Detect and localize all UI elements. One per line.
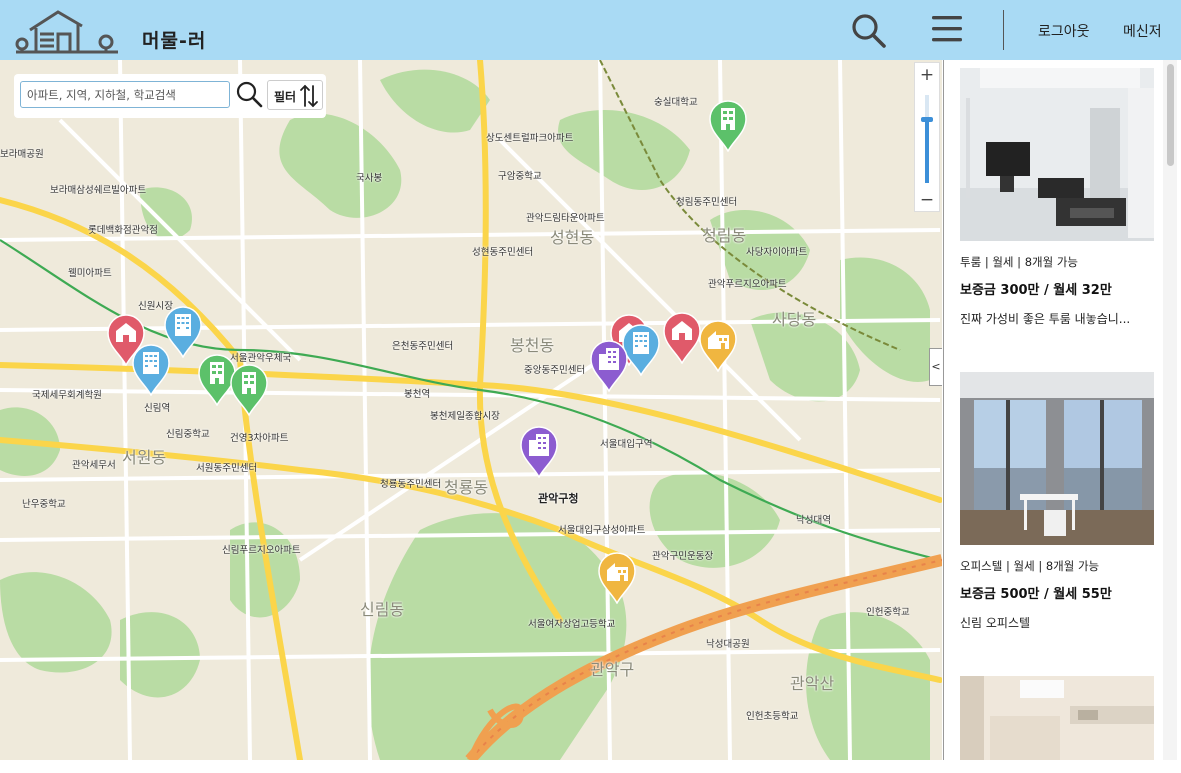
listing-photo xyxy=(960,68,1154,241)
map-label: 인헌중학교 xyxy=(866,607,910,618)
panel-collapse-button[interactable]: < xyxy=(929,348,942,386)
apartment-icon xyxy=(709,100,747,153)
zoom-control: + − xyxy=(914,62,940,212)
top-header: 머물-러 로그아웃 메신저 xyxy=(0,0,1181,60)
office-icon xyxy=(520,426,558,479)
zoom-out-button[interactable]: − xyxy=(915,188,939,212)
map-label: 신림동 xyxy=(360,600,405,619)
sort-arrows-icon xyxy=(300,84,318,108)
map-label: 봉천역 xyxy=(404,389,431,400)
listing-card[interactable] xyxy=(960,676,1155,773)
apartment-icon xyxy=(230,364,268,417)
map-label: 서울대입구역 xyxy=(600,439,653,450)
map-search-bar: 필터 xyxy=(14,74,326,118)
scrollbar-thumb[interactable] xyxy=(1167,64,1174,166)
map-label: 보라매공원 xyxy=(0,149,44,160)
house-icon xyxy=(663,312,701,365)
filter-label: 필터 xyxy=(274,90,297,104)
map-pin-office[interactable] xyxy=(519,426,559,479)
map-label: 청룡동주민센터 xyxy=(380,479,442,490)
map-label: 난우중학교 xyxy=(22,499,66,510)
map-pin-building[interactable] xyxy=(131,344,171,397)
map-view[interactable]: 보라매공원 보라매삼성쉐르빌아파트 롯데백화점관악점 웰미아파트 신원시장 국제… xyxy=(0,60,942,760)
map-label: 인헌초등학교 xyxy=(746,711,799,722)
listing-meta: 투룸 | 월세 | 8개월 가능 xyxy=(960,255,1078,269)
map-label: 보라매삼성쉐르빌아파트 xyxy=(50,185,147,196)
listing-price: 보증금 300만 / 월세 32만 xyxy=(960,283,1112,298)
hamburger-menu-icon[interactable] xyxy=(930,14,964,44)
listing-photo xyxy=(960,372,1154,545)
map-label: 숭실대학교 xyxy=(654,97,698,108)
map-label: 관악구 xyxy=(590,660,635,679)
map-label: 서울대입구삼성아파트 xyxy=(558,525,646,536)
map-label: 사당동 xyxy=(772,310,817,329)
map-label: 성현동주민센터 xyxy=(472,247,534,258)
listing-scrollbar[interactable] xyxy=(1163,60,1177,760)
listing-card[interactable]: 오피스텔 | 월세 | 8개월 가능 보증금 500만 / 월세 55만 신림 … xyxy=(960,372,1155,631)
map-label: 관악푸르지오아파트 xyxy=(708,279,787,290)
map-label: 신림푸르지오아파트 xyxy=(222,545,301,556)
shop-icon xyxy=(598,552,636,605)
map-label: 관악구청 xyxy=(538,492,579,505)
map-label: 국사봉 xyxy=(356,173,383,184)
listing-description: 진짜 가성비 좋은 투룸 내놓습니... xyxy=(960,312,1131,326)
listing-meta: 오피스텔 | 월세 | 8개월 가능 xyxy=(960,559,1100,573)
map-pin-apartment[interactable] xyxy=(229,364,269,417)
search-icon[interactable] xyxy=(850,12,888,48)
map-label: 낙성대역 xyxy=(796,515,831,526)
map-label: 낙성대공원 xyxy=(706,639,750,650)
app-title: 머물-러 xyxy=(142,30,207,52)
map-label: 사당자이아파트 xyxy=(746,247,808,258)
map-pin-shop[interactable] xyxy=(597,552,637,605)
shop-icon xyxy=(699,320,737,373)
map-label: 봉천동 xyxy=(510,336,555,355)
office-icon xyxy=(590,340,628,393)
map-pin-office[interactable] xyxy=(589,340,629,393)
map-label: 청림동 xyxy=(702,226,747,245)
map-label: 서원동 xyxy=(122,448,167,467)
map-label: 관악구민운동장 xyxy=(652,551,714,562)
map-label: 중앙동주민센터 xyxy=(524,365,586,376)
zoom-slider[interactable] xyxy=(921,95,933,183)
header-divider xyxy=(1003,10,1004,50)
map-label: 서울여자상업고등학교 xyxy=(528,619,616,630)
messenger-link[interactable]: 메신저 xyxy=(1123,21,1162,41)
map-label: 관악세무서 xyxy=(72,460,116,471)
map-label: 관악드림타운아파트 xyxy=(526,213,605,224)
map-search-icon[interactable] xyxy=(235,80,263,109)
map-label: 롯데백화점관악점 xyxy=(88,225,158,236)
map-label: 은천동주민센터 xyxy=(392,341,454,352)
map-label: 관악산 xyxy=(790,674,835,693)
map-label: 신림역 xyxy=(144,403,171,414)
zoom-slider-fill xyxy=(925,119,929,183)
listing-price: 보증금 500만 / 월세 55만 xyxy=(960,587,1112,602)
map-pin-apartment[interactable] xyxy=(708,100,748,153)
map-pin-house[interactable] xyxy=(662,312,702,365)
map-search-input[interactable] xyxy=(20,81,230,108)
listing-description: 신림 오피스텔 xyxy=(960,616,1031,630)
map-label: 상도센트럴파크아파트 xyxy=(486,133,574,144)
filter-button[interactable]: 필터 xyxy=(267,80,323,110)
listing-photo xyxy=(960,676,1154,760)
map-label: 국제세무회계학원 xyxy=(32,390,102,401)
map-pin-shop[interactable] xyxy=(698,320,738,373)
map-label: 서울관악우체국 xyxy=(230,353,292,364)
zoom-slider-handle[interactable] xyxy=(921,116,933,122)
logo-house-icon[interactable] xyxy=(12,8,120,54)
map-label: 서원동주민센터 xyxy=(196,463,258,474)
zoom-in-button[interactable]: + xyxy=(915,63,939,87)
map-label: 청룡동 xyxy=(444,478,489,497)
logout-link[interactable]: 로그아웃 xyxy=(1038,21,1090,41)
map-label: 성현동 xyxy=(550,228,595,247)
map-label: 청림동주민센터 xyxy=(676,197,738,208)
map-label: 건영3차아파트 xyxy=(230,433,289,444)
listing-card[interactable]: 투룸 | 월세 | 8개월 가능 보증금 300만 / 월세 32만 진짜 가성… xyxy=(960,68,1155,327)
map-label: 신림중학교 xyxy=(166,429,210,440)
map-label: 웰미아파트 xyxy=(68,268,112,279)
map-label: 봉천제일종합시장 xyxy=(430,411,500,422)
map-label: 구암중학교 xyxy=(498,171,542,182)
building-icon xyxy=(132,344,170,397)
